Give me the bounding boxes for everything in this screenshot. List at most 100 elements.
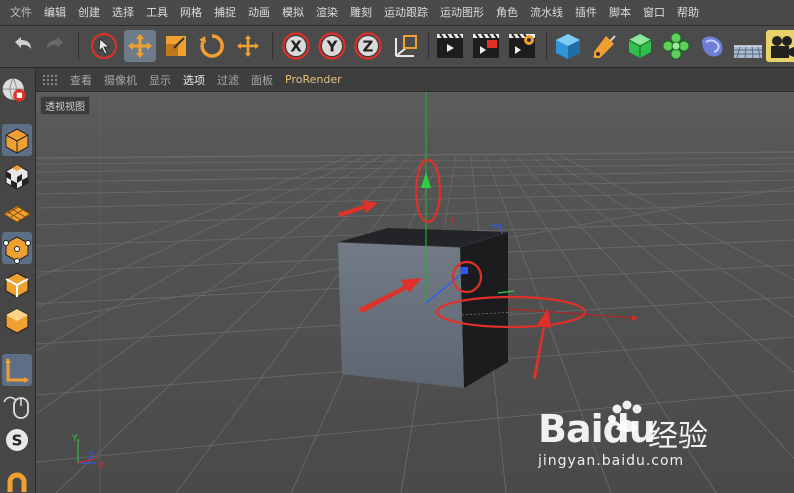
menu-window[interactable]: 窗口	[637, 0, 671, 26]
paw-icon	[608, 400, 642, 432]
viewport-menu-display[interactable]: 显示	[143, 72, 177, 88]
viewport-menu-filter[interactable]: 过滤	[211, 72, 245, 88]
z-axis-lock-icon: Z	[354, 32, 382, 60]
menu-render[interactable]: 渲染	[310, 0, 344, 26]
viewport-label: 透视视图	[40, 96, 90, 115]
move-tool-button[interactable]	[124, 30, 156, 62]
mouse-icon	[3, 396, 29, 419]
scale-icon	[166, 36, 186, 56]
edges-mode-button[interactable]	[2, 268, 32, 300]
polygons-mode-button[interactable]	[2, 304, 32, 336]
svg-text:Y: Y	[71, 434, 78, 444]
menu-animate[interactable]: 动画	[242, 0, 276, 26]
deformer-button[interactable]	[696, 30, 728, 62]
menu-mesh[interactable]: 网格	[174, 0, 208, 26]
tweak-mode-button[interactable]	[2, 388, 32, 420]
menu-help[interactable]: 帮助	[671, 0, 705, 26]
enable-axis-button[interactable]	[2, 354, 32, 386]
cube-icon	[556, 34, 580, 59]
rotate-icon	[199, 34, 224, 58]
floor-object-button[interactable]	[732, 30, 764, 62]
menu-pipeline[interactable]: 流水线	[524, 0, 569, 26]
svg-text:Z: Z	[363, 38, 374, 56]
menu-create[interactable]: 创建	[72, 0, 106, 26]
menu-mograph[interactable]: 运动图形	[434, 0, 490, 26]
model-mode-button[interactable]	[2, 124, 32, 156]
x-axis-lock-icon: X	[282, 32, 310, 60]
menu-select[interactable]: 选择	[106, 0, 140, 26]
svg-text:X: X	[98, 461, 104, 471]
points-mode-icon	[3, 236, 31, 264]
y-axis-lock-button[interactable]: Y	[316, 30, 348, 62]
svg-text:X: X	[290, 38, 302, 56]
menu-character[interactable]: 角色	[490, 0, 524, 26]
menu-edit[interactable]: 编辑	[38, 0, 72, 26]
menu-plugins[interactable]: 插件	[569, 0, 603, 26]
menu-tools[interactable]: 工具	[140, 0, 174, 26]
svg-text:S: S	[12, 432, 23, 450]
menu-simulate[interactable]: 模拟	[276, 0, 310, 26]
magnet-tool-button[interactable]	[2, 468, 32, 493]
subdivision-surface-button[interactable]	[624, 30, 656, 62]
snap-button[interactable]: S	[2, 424, 32, 456]
render-to-picture-viewer-icon	[473, 33, 499, 58]
workplane-mode-button[interactable]	[2, 196, 32, 228]
pen-icon	[593, 35, 616, 58]
svg-text:Y: Y	[326, 38, 339, 56]
axis-icon	[5, 358, 29, 383]
watermark-cn: 经验	[648, 419, 708, 454]
main-toolbar: X Y Z	[0, 26, 794, 68]
points-mode-button[interactable]	[2, 232, 32, 264]
viewport-menu-prorender[interactable]: ProRender	[279, 73, 348, 86]
make-editable-button[interactable]	[0, 74, 34, 106]
model-mode-icon	[5, 128, 29, 154]
viewport-menu-options[interactable]: 选项	[177, 72, 211, 88]
x-axis-lock-button[interactable]: X	[280, 30, 312, 62]
menu-snap[interactable]: 捕捉	[208, 0, 242, 26]
menu-script[interactable]: 脚本	[603, 0, 637, 26]
menu-sculpt[interactable]: 雕刻	[344, 0, 378, 26]
workplane-icon	[3, 205, 31, 223]
texture-mode-button[interactable]	[2, 160, 32, 192]
live-select-icon	[91, 33, 117, 59]
scale-tool-button[interactable]	[160, 30, 192, 62]
cube-object-button[interactable]	[552, 30, 584, 62]
deformer-icon	[702, 36, 723, 57]
render-settings-icon	[509, 33, 535, 58]
undo-icon	[15, 37, 31, 49]
cloner-icon	[662, 32, 690, 60]
make-editable-icon	[2, 78, 26, 102]
perspective-viewport[interactable]: Y Z X 透视视图 Baidu 经验 jingyan.baidu.com	[36, 92, 794, 493]
polygons-mode-icon	[5, 308, 29, 334]
coordinate-system-button[interactable]	[390, 30, 422, 62]
viewport-menu-panel[interactable]: 面板	[245, 72, 279, 88]
live-select-button[interactable]	[88, 30, 120, 62]
rotate-tool-button[interactable]	[196, 30, 228, 62]
baidu-jingyan-watermark: Baidu 经验 jingyan.baidu.com	[538, 400, 748, 477]
menu-bar: 文件 编辑 创建 选择 工具 网格 捕捉 动画 模拟 渲染 雕刻 运动跟踪 运动…	[0, 0, 794, 26]
left-tool-palette: S	[0, 68, 36, 493]
undo-button[interactable]	[6, 30, 38, 62]
edges-mode-icon	[5, 272, 29, 298]
cloner-button[interactable]	[660, 30, 692, 62]
viewport-menu-view[interactable]: 查看	[64, 72, 98, 88]
render-settings-button[interactable]	[506, 30, 538, 62]
viewport-header: 查看 摄像机 显示 选项 过滤 面板 ProRender	[36, 68, 794, 92]
render-view-icon	[437, 33, 463, 58]
svg-text:Z: Z	[88, 452, 94, 462]
watermark-url: jingyan.baidu.com	[538, 453, 685, 469]
z-axis-lock-button[interactable]: Z	[352, 30, 384, 62]
render-to-picture-viewer-button[interactable]	[470, 30, 502, 62]
redo-icon	[47, 37, 63, 49]
grip-icon[interactable]	[42, 73, 58, 86]
menu-motion-tracker[interactable]: 运动跟踪	[378, 0, 434, 26]
texture-mode-icon	[5, 164, 29, 190]
render-view-button[interactable]	[434, 30, 466, 62]
viewport-menu-cameras[interactable]: 摄像机	[98, 72, 143, 88]
move-icon	[128, 34, 152, 58]
pen-tool-button[interactable]	[588, 30, 620, 62]
redo-button[interactable]	[40, 30, 72, 62]
recent-tool-button[interactable]	[232, 30, 264, 62]
menu-file[interactable]: 文件	[4, 0, 38, 26]
camera-object-button[interactable]	[766, 30, 794, 62]
